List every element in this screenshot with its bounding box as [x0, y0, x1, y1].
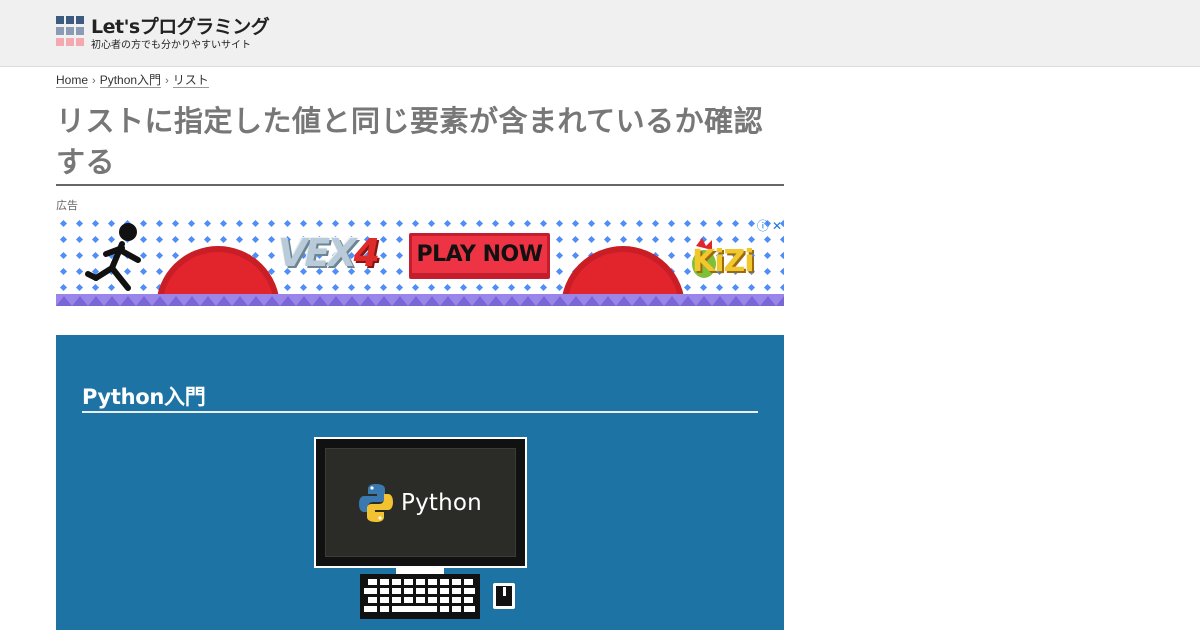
breadcrumb-python[interactable]: Python入門 [99, 73, 162, 88]
breadcrumb-separator: › [165, 74, 169, 87]
play-now-button[interactable]: PLAY NOW [409, 233, 550, 279]
breadcrumb-home[interactable]: Home [56, 73, 89, 88]
close-icon[interactable]: ✕ [772, 219, 782, 233]
info-icon[interactable]: ⓘ [757, 217, 769, 234]
feature-card[interactable]: Python入門 Python [56, 335, 784, 630]
ad-choices[interactable]: ⓘ ✕ [757, 217, 782, 234]
breadcrumb-list[interactable]: リスト [172, 73, 209, 88]
feature-divider [82, 411, 758, 413]
ad-banner[interactable]: VEX4 PLAY NOW KiZi ⓘ ✕ [56, 216, 784, 306]
ad-label: 広告 [56, 199, 78, 212]
site-logo[interactable]: Let'sプログラミング 初心者の方でも分かりやすいサイト [56, 16, 270, 53]
python-logo-icon [359, 483, 394, 522]
kizi-logo: KiZi [692, 244, 755, 279]
logo-subtitle: 初心者の方でも分かりやすいサイト [91, 40, 251, 51]
vex-logo: VEX4 [278, 231, 380, 275]
screen-text: Python [401, 489, 482, 516]
feature-title: Python入門 [82, 385, 206, 409]
monitor-screen: Python [325, 448, 516, 557]
site-header: Let'sプログラミング 初心者の方でも分かりやすいサイト [0, 0, 1200, 67]
monitor-illustration: Python [314, 437, 527, 568]
mouse-icon [493, 583, 515, 609]
breadcrumb-separator: › [92, 74, 96, 87]
logo-mark-icon [56, 16, 86, 48]
logo-title: Let'sプログラミング [91, 16, 270, 38]
keyboard-icon [360, 574, 480, 619]
breadcrumb: Home › Python入門 › リスト [56, 73, 209, 88]
page-title: リストに指定した値と同じ要素が含まれているか確認する [56, 100, 784, 186]
